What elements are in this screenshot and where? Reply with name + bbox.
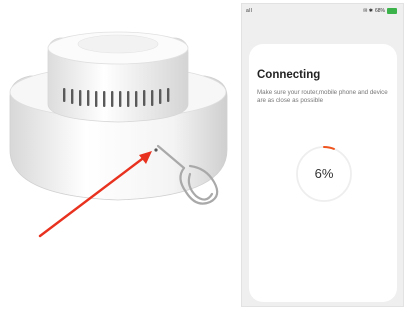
page-title: Connecting [257,69,321,81]
connecting-instructions: Make sure your router,mobile phone and d… [257,89,388,104]
progress-ring: 6% [294,144,354,204]
status-bar: all ✉ ✱ 68% [242,4,403,18]
phone-screen: all ✉ ✱ 68% Connecting Make sure your ro… [241,3,404,307]
signal-indicator: all [246,8,253,14]
smoke-detector-image [9,31,228,238]
battery-icon [387,8,397,14]
battery-percentage: 68% [374,8,385,14]
progress-percentage: 6% [314,166,334,181]
status-indicators: ✉ ✱ 68% [363,8,397,14]
notification-icons: ✉ ✱ [363,8,373,14]
product-photo [0,0,240,309]
page: all ✉ ✱ 68% Connecting Make sure your ro… [0,0,406,309]
connecting-card: Connecting Make sure your router,mobile … [249,44,397,302]
